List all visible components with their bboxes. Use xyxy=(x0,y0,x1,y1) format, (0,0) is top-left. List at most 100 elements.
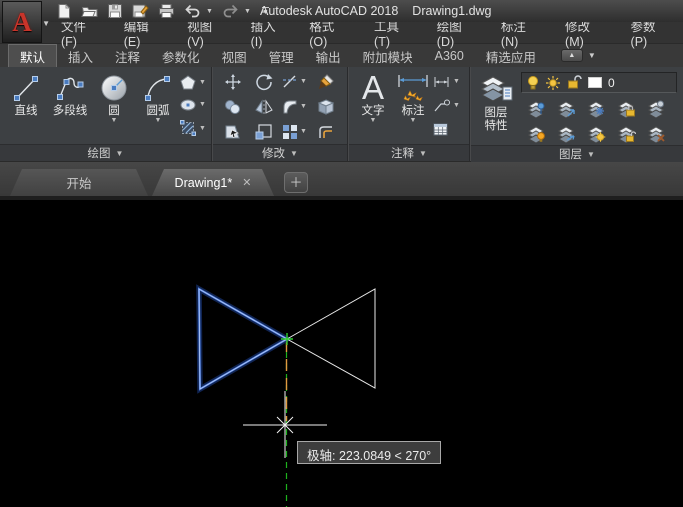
array-button[interactable]: ▼ xyxy=(282,124,307,140)
layer-properties-button[interactable]: 图层 特性 xyxy=(475,69,517,145)
move-icon xyxy=(224,73,242,91)
hatch-button[interactable]: ▼ xyxy=(180,120,206,136)
ribbon-tab-output[interactable]: 输出 xyxy=(305,44,352,67)
stretch-button[interactable] xyxy=(224,124,242,140)
panel-title-annotate[interactable]: 注释▼ xyxy=(349,144,469,161)
layer-previous-icon[interactable] xyxy=(556,98,576,118)
copy-button[interactable] xyxy=(224,99,242,115)
ribbon-tab-manage[interactable]: 管理 xyxy=(258,44,305,67)
isolate-icon[interactable] xyxy=(646,98,666,118)
panel-annotate: A 文字 ▼ 标注 ▼ xyxy=(348,67,470,161)
ribbon-tab-annotate[interactable]: 注释 xyxy=(104,44,151,67)
delete-layer-icon[interactable] xyxy=(646,123,666,143)
offset-button[interactable] xyxy=(317,124,335,140)
move-button[interactable] xyxy=(224,73,242,91)
save-icon[interactable] xyxy=(107,3,123,19)
layer-controls: 0 xyxy=(521,69,681,145)
text-dropdown-icon[interactable]: ▼ xyxy=(370,118,377,123)
trim-dropdown-icon[interactable]: ▼ xyxy=(300,79,307,84)
polyline-icon xyxy=(55,73,85,103)
plot-icon[interactable] xyxy=(158,3,175,19)
unlock-icon xyxy=(567,75,582,90)
new-file-icon[interactable] xyxy=(56,3,72,19)
redo-icon[interactable] xyxy=(222,4,239,19)
ribbon-tab-addins[interactable]: 附加模块 xyxy=(352,44,424,67)
panel-title-modify[interactable]: 修改▼ xyxy=(213,144,347,161)
ribbon-tab-home[interactable]: 默认 xyxy=(8,44,57,67)
arc-button[interactable]: 圆弧 ▼ xyxy=(136,67,180,144)
ribbon-tab-a360[interactable]: A360 xyxy=(424,44,475,67)
circle-dropdown-icon[interactable]: ▼ xyxy=(111,118,118,123)
line-icon xyxy=(12,73,40,103)
thaw-icon[interactable] xyxy=(586,123,606,143)
ribbon-tab-parametric[interactable]: 参数化 xyxy=(151,44,211,67)
ribbon-tab-view[interactable]: 视图 xyxy=(211,44,258,67)
stretch-icon xyxy=(224,124,242,140)
polyline-button[interactable]: 多段线 xyxy=(48,67,92,144)
make-current-icon[interactable] xyxy=(526,98,546,118)
erase-button[interactable] xyxy=(317,73,335,91)
close-tab-icon[interactable]: ✕ xyxy=(242,176,251,189)
scale-button[interactable] xyxy=(255,124,272,140)
circle-button[interactable]: 圆 ▼ xyxy=(92,67,136,144)
ribbon-tab-insert[interactable]: 插入 xyxy=(57,44,104,67)
text-icon: A xyxy=(362,71,384,105)
ribbon-minimize-icon[interactable]: ▲ xyxy=(561,49,583,62)
left-triangle-glow xyxy=(199,289,287,389)
drawing-canvas[interactable]: 极轴: 223.0849 < 270° xyxy=(0,200,683,507)
fillet-icon xyxy=(282,99,298,115)
arc-dropdown-icon[interactable]: ▼ xyxy=(155,118,162,123)
explode-icon xyxy=(317,99,335,115)
new-drawing-tab-button[interactable]: ＋ xyxy=(284,172,308,193)
tab-start[interactable]: 开始 xyxy=(10,169,148,196)
open-file-icon[interactable] xyxy=(81,3,98,19)
undo-icon[interactable] xyxy=(184,4,201,19)
panel-title-layers[interactable]: 图层▼ xyxy=(471,145,683,162)
ellipse-button[interactable]: ▼ xyxy=(180,99,206,111)
tab-drawing1[interactable]: Drawing1* ✕ xyxy=(152,169,274,196)
app-name: Autodesk AutoCAD 2018 xyxy=(260,4,398,18)
line-button[interactable]: 直线 xyxy=(4,67,48,144)
save-as-icon[interactable] xyxy=(132,3,149,19)
lock-layer-icon[interactable] xyxy=(616,98,636,118)
leader-icon xyxy=(433,99,450,112)
explode-button[interactable] xyxy=(317,99,335,115)
turn-on-layers-icon[interactable] xyxy=(526,123,546,143)
panel-title-draw[interactable]: 绘图▼ xyxy=(0,144,211,161)
text-button[interactable]: A 文字 ▼ xyxy=(353,67,393,144)
dimension-icon xyxy=(396,73,430,103)
array-icon xyxy=(282,124,298,140)
fillet-button[interactable]: ▼ xyxy=(282,99,307,115)
linear-dimension-button[interactable]: ▼ xyxy=(433,76,460,88)
offset-icon xyxy=(317,124,335,140)
polygon-icon xyxy=(180,75,196,90)
layer-color-swatch xyxy=(588,77,602,88)
mirror-button[interactable] xyxy=(255,99,273,115)
ribbon-tab-bar: 默认 插入 注释 参数化 视图 管理 输出 附加模块 A360 精选应用 ▲ ▼ xyxy=(0,44,683,67)
trim-button[interactable]: ▼ xyxy=(282,74,307,90)
ribbon-minimize-dropdown-icon[interactable]: ▼ xyxy=(588,51,596,60)
redo-dropdown-icon[interactable]: ▼ xyxy=(244,8,251,15)
fillet-dropdown-icon[interactable]: ▼ xyxy=(300,104,307,109)
layer-dropdown[interactable]: 0 xyxy=(521,72,677,93)
left-triangle-selected[interactable] xyxy=(199,289,287,389)
freeze-icon[interactable] xyxy=(586,98,606,118)
table-button[interactable] xyxy=(433,123,460,136)
arc-icon xyxy=(143,73,173,103)
right-triangle[interactable] xyxy=(287,289,375,388)
unlock-layer-icon[interactable] xyxy=(616,123,636,143)
rotate-button[interactable] xyxy=(255,73,273,91)
layer-walk-icon[interactable] xyxy=(556,123,576,143)
current-layer-name: 0 xyxy=(608,76,615,90)
undo-dropdown-icon[interactable]: ▼ xyxy=(206,8,213,15)
copy-icon xyxy=(224,99,242,115)
ribbon-tab-featured-apps[interactable]: 精选应用 xyxy=(475,44,547,67)
dimension-button[interactable]: 标注 ▼ xyxy=(393,67,433,144)
autocad-window: A ▼ xyxy=(0,0,683,507)
array-dropdown-icon[interactable]: ▼ xyxy=(300,129,307,134)
application-menu-button[interactable]: A ▼ xyxy=(2,1,42,43)
leader-button[interactable]: ▼ xyxy=(433,99,460,112)
polygon-button[interactable]: ▼ xyxy=(180,75,206,90)
rotate-icon xyxy=(255,73,273,91)
dimension-dropdown-icon[interactable]: ▼ xyxy=(410,118,417,123)
